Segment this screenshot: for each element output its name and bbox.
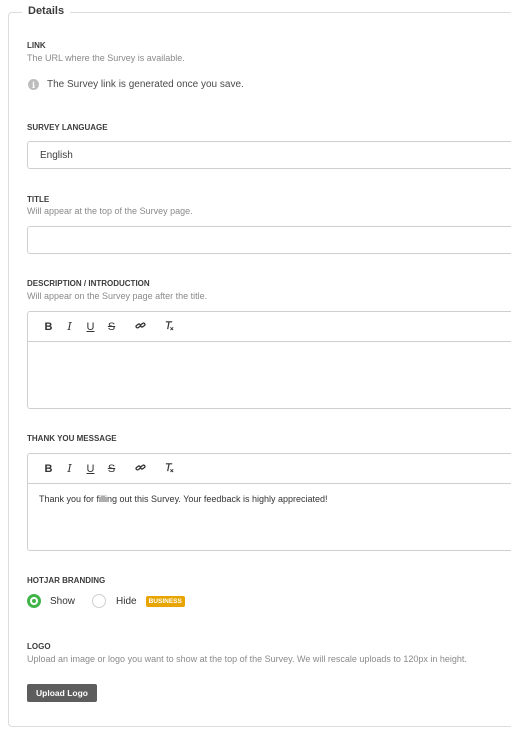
clear-format-icon[interactable]	[159, 462, 180, 476]
link-help: The URL where the Survey is available.	[27, 53, 185, 63]
strikethrough-button[interactable]: S	[101, 321, 122, 333]
link-info-text: The Survey link is generated once you sa…	[47, 79, 244, 90]
link-icon[interactable]	[130, 462, 151, 476]
logo-help: Upload an image or logo you want to show…	[27, 654, 467, 664]
branding-label: HOTJAR BRANDING	[27, 576, 106, 585]
show-label[interactable]: Show	[50, 596, 75, 607]
upload-logo-button[interactable]: Upload Logo	[27, 684, 97, 702]
business-badge: BUSINESS	[145, 595, 185, 607]
underline-button[interactable]: U	[80, 463, 101, 475]
bold-button[interactable]: B	[38, 321, 59, 333]
italic-button[interactable]: I	[59, 320, 80, 333]
title-label: TITLE	[27, 195, 50, 204]
show-radio[interactable]	[27, 594, 41, 608]
description-toolbar: B I U S	[28, 312, 511, 342]
underline-button[interactable]: U	[80, 321, 101, 333]
survey-language-label: SURVEY LANGUAGE	[27, 123, 108, 132]
strikethrough-button[interactable]: S	[101, 463, 122, 475]
thank-you-label: THANK YOU MESSAGE	[27, 434, 117, 443]
thank-you-body: Thank you for filling out this Survey. Y…	[39, 494, 328, 504]
description-label: DESCRIPTION / INTRODUCTION	[27, 279, 150, 288]
survey-language-value: English	[40, 150, 73, 161]
thank-you-editor[interactable]: B I U S Thank you for filling out this S…	[27, 453, 511, 551]
title-help: Will appear at the top of the Survey pag…	[27, 206, 193, 216]
survey-language-select[interactable]: English	[27, 141, 511, 169]
title-input[interactable]	[27, 226, 511, 254]
branding-options: Show Hide BUSINESS	[27, 594, 185, 608]
clear-format-icon[interactable]	[159, 320, 180, 334]
description-help: Will appear on the Survey page after the…	[27, 291, 208, 301]
link-info: i The Survey link is generated once you …	[28, 79, 244, 90]
info-icon: i	[28, 79, 39, 90]
hide-radio[interactable]	[92, 594, 107, 608]
link-label: LINK	[27, 41, 46, 50]
logo-label: LOGO	[27, 642, 51, 651]
hide-label[interactable]: Hide	[116, 596, 137, 607]
bold-button[interactable]: B	[38, 463, 59, 475]
thank-you-toolbar: B I U S	[28, 454, 511, 484]
link-icon[interactable]	[130, 320, 151, 334]
description-editor[interactable]: B I U S	[27, 311, 511, 409]
italic-button[interactable]: I	[59, 462, 80, 475]
description-body	[28, 342, 511, 362]
section-legend: Details	[22, 5, 71, 17]
